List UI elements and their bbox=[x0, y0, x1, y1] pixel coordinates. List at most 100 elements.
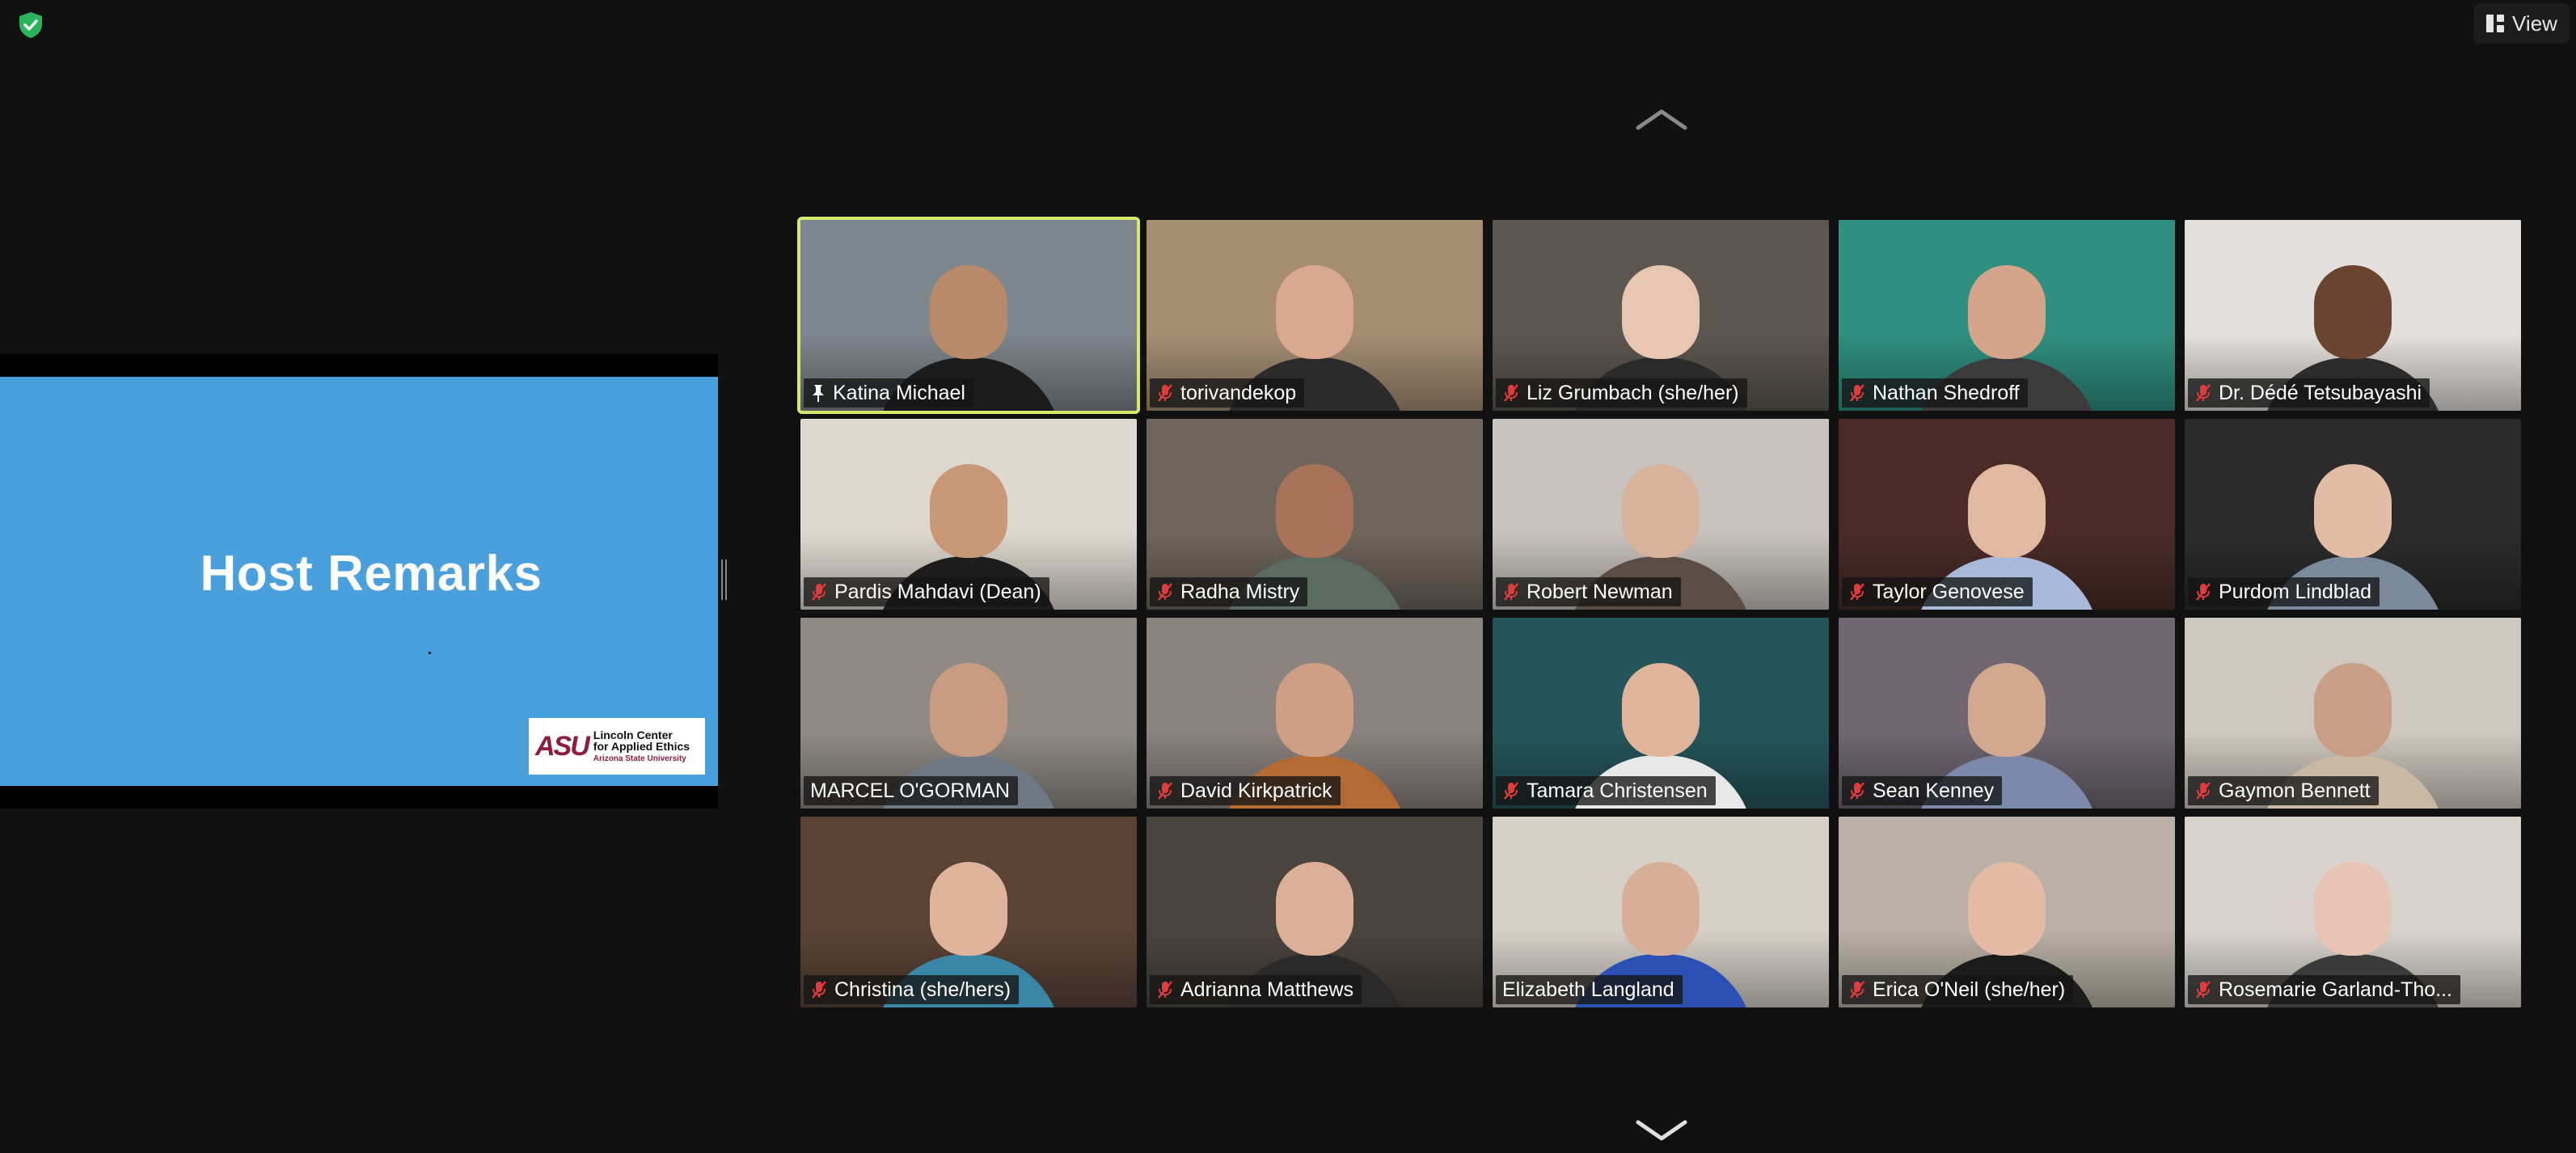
participant-name: Adrianna Matthews bbox=[1180, 978, 1354, 1001]
participant-tile[interactable]: Katina Michael bbox=[797, 217, 1140, 414]
participant-name-label: Dr. Dédé Tetsubayashi bbox=[2188, 378, 2430, 408]
page-up-chevron-icon[interactable] bbox=[1635, 107, 1688, 131]
participant-tile[interactable]: Dr. Dédé Tetsubayashi bbox=[2185, 220, 2521, 411]
participant-face bbox=[2314, 862, 2392, 956]
participant-face bbox=[930, 862, 1007, 956]
participant-name-label: Taylor Genovese bbox=[1842, 577, 2033, 606]
participant-name: Tamara Christensen bbox=[1527, 779, 1708, 802]
asu-lincoln-center-logo: ASU Lincoln Center for Applied Ethics Ar… bbox=[529, 718, 705, 775]
participant-face bbox=[1968, 862, 2046, 956]
participant-name: Katina Michael bbox=[833, 381, 965, 404]
participant-name: Purdom Lindblad bbox=[2219, 580, 2372, 603]
participant-tile[interactable]: Gaymon Bennett bbox=[2185, 618, 2521, 809]
muted-mic-icon bbox=[1158, 981, 1172, 999]
participant-name: Liz Grumbach (she/her) bbox=[1527, 381, 1739, 404]
participant-name-label: torivandekop bbox=[1150, 378, 1305, 408]
panel-splitter-handle[interactable] bbox=[721, 560, 728, 600]
participant-tile[interactable]: Liz Grumbach (she/her) bbox=[1493, 220, 1829, 411]
participant-tile[interactable]: Erica O'Neil (she/her) bbox=[1839, 817, 2175, 1007]
participant-name: Rosemarie Garland-Tho... bbox=[2219, 978, 2453, 1001]
participant-name-label: Purdom Lindblad bbox=[2188, 577, 2380, 606]
muted-mic-icon bbox=[2196, 981, 2211, 999]
participant-face bbox=[1968, 265, 2046, 359]
logo-line2: for Applied Ethics bbox=[593, 740, 690, 753]
participant-face bbox=[930, 464, 1007, 558]
participant-name-label: Katina Michael bbox=[804, 378, 973, 408]
participant-tile[interactable]: Pardis Mahdavi (Dean) bbox=[800, 419, 1137, 610]
participant-name-label: Rosemarie Garland-Tho... bbox=[2188, 975, 2461, 1004]
participant-tile[interactable]: Christina (she/hers) bbox=[800, 817, 1137, 1007]
muted-mic-icon bbox=[2196, 782, 2211, 800]
participant-name: Gaymon Bennett bbox=[2219, 779, 2371, 802]
muted-mic-icon bbox=[1504, 384, 1518, 402]
shared-screen-panel: Host Remarks ASU Lincoln Center for Appl… bbox=[0, 354, 718, 809]
participant-name: torivandekop bbox=[1180, 381, 1297, 404]
muted-mic-icon bbox=[1850, 981, 1864, 999]
muted-mic-icon bbox=[1504, 583, 1518, 601]
participant-tile[interactable]: torivandekop bbox=[1147, 220, 1483, 411]
participant-face bbox=[2314, 663, 2392, 757]
participant-name: Sean Kenney bbox=[1873, 779, 1995, 802]
participant-face bbox=[2314, 464, 2392, 558]
participant-tile[interactable]: MARCEL O'GORMAN bbox=[800, 618, 1137, 809]
security-shield-icon[interactable] bbox=[18, 11, 44, 39]
participant-name: David Kirkpatrick bbox=[1180, 779, 1332, 802]
participant-tile[interactable]: David Kirkpatrick bbox=[1147, 618, 1483, 809]
participant-tile[interactable]: Radha Mistry bbox=[1147, 419, 1483, 610]
view-layout-icon bbox=[2486, 15, 2505, 32]
participant-tile[interactable]: Taylor Genovese bbox=[1839, 419, 2175, 610]
participant-name-label: Robert Newman bbox=[1496, 577, 1681, 606]
muted-mic-icon bbox=[1850, 583, 1864, 601]
muted-mic-icon bbox=[2196, 384, 2211, 402]
page-down-chevron-icon[interactable] bbox=[1635, 1119, 1688, 1143]
view-button-label: View bbox=[2512, 11, 2557, 36]
participant-name: Dr. Dédé Tetsubayashi bbox=[2219, 381, 2422, 404]
participant-tile[interactable]: Nathan Shedroff bbox=[1839, 220, 2175, 411]
participant-name-label: David Kirkpatrick bbox=[1150, 776, 1341, 805]
participant-name: Christina (she/hers) bbox=[834, 978, 1011, 1001]
muted-mic-icon bbox=[1850, 384, 1864, 402]
participant-name-label: Tamara Christensen bbox=[1496, 776, 1716, 805]
participant-name: Elizabeth Langland bbox=[1502, 978, 1674, 1001]
participant-name-label: Liz Grumbach (she/her) bbox=[1496, 378, 1747, 408]
muted-mic-icon bbox=[1158, 384, 1172, 402]
participant-face bbox=[1968, 464, 2046, 558]
participant-name-label: Sean Kenney bbox=[1842, 776, 2003, 805]
slide-title: Host Remarks bbox=[200, 546, 543, 602]
participant-tile[interactable]: Purdom Lindblad bbox=[2185, 419, 2521, 610]
logo-line1: Lincoln Center bbox=[593, 729, 673, 741]
participant-tile[interactable]: Adrianna Matthews bbox=[1147, 817, 1483, 1007]
participant-face bbox=[930, 265, 1007, 359]
participant-face bbox=[1276, 663, 1353, 757]
participant-tile[interactable]: Rosemarie Garland-Tho... bbox=[2185, 817, 2521, 1007]
participant-name-label: Nathan Shedroff bbox=[1842, 378, 2028, 408]
participant-face bbox=[1622, 464, 1700, 558]
logo-line3: Arizona State University bbox=[593, 754, 686, 763]
participant-name-label: Elizabeth Langland bbox=[1496, 975, 1683, 1004]
muted-mic-icon bbox=[812, 981, 826, 999]
view-button[interactable]: View bbox=[2474, 3, 2570, 44]
muted-mic-icon bbox=[812, 583, 826, 601]
participant-name-label: Pardis Mahdavi (Dean) bbox=[804, 577, 1049, 606]
participant-face bbox=[1622, 663, 1700, 757]
participant-name: MARCEL O'GORMAN bbox=[810, 779, 1010, 802]
participant-name: Nathan Shedroff bbox=[1873, 381, 2020, 404]
participant-face bbox=[2314, 265, 2392, 359]
asu-mark: ASU bbox=[535, 730, 590, 762]
participant-tile[interactable]: Robert Newman bbox=[1493, 419, 1829, 610]
participant-face bbox=[1276, 265, 1353, 359]
participant-face bbox=[1276, 862, 1353, 956]
participant-face bbox=[1276, 464, 1353, 558]
participant-name-label: Erica O'Neil (she/her) bbox=[1842, 975, 2074, 1004]
participant-face bbox=[1968, 663, 2046, 757]
participant-name-label: Radha Mistry bbox=[1150, 577, 1308, 606]
muted-mic-icon bbox=[2196, 583, 2211, 601]
participant-tile[interactable]: Tamara Christensen bbox=[1493, 618, 1829, 809]
participant-tile[interactable]: Sean Kenney bbox=[1839, 618, 2175, 809]
participant-name-label: Adrianna Matthews bbox=[1150, 975, 1362, 1004]
participant-name: Pardis Mahdavi (Dean) bbox=[834, 580, 1041, 603]
muted-mic-icon bbox=[1158, 583, 1172, 601]
pin-icon bbox=[813, 385, 824, 402]
participant-tile[interactable]: Elizabeth Langland bbox=[1493, 817, 1829, 1007]
presentation-slide: Host Remarks ASU Lincoln Center for Appl… bbox=[0, 377, 718, 786]
